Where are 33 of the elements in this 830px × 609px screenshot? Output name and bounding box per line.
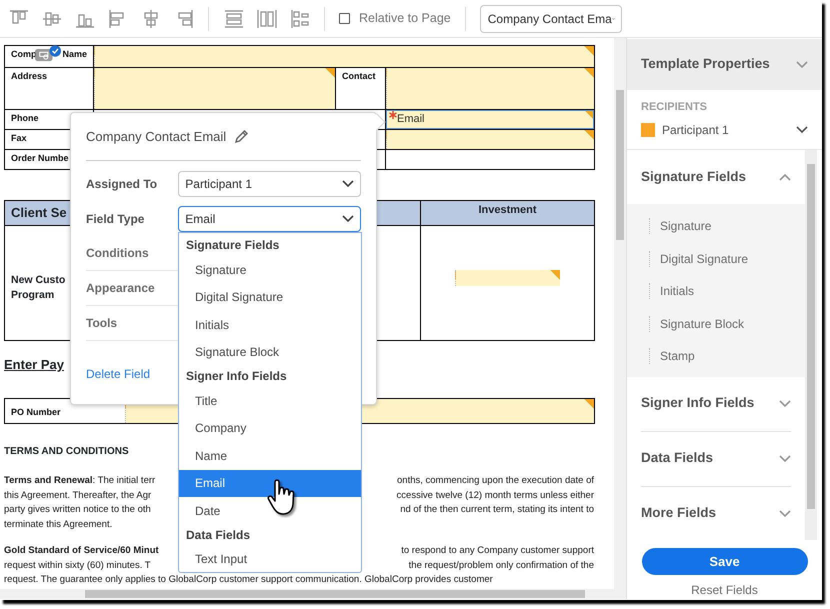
menu-group-header: Signature Fields — [185, 237, 280, 254]
paragraph-text: onths, commencing upon the execution date of — [397, 474, 594, 488]
paragraph-text: Gold Standard of Service/60 Minut — [4, 544, 159, 558]
field-label: Contact — [342, 70, 376, 83]
paragraph-text: request. The guarantee only applies to GlobalCorp customer support communication. GlobalCorp provides customer — [4, 573, 493, 587]
paragraph-text: this Agreement. Thereafter, the Agr — [4, 488, 152, 502]
section-title: Client Se — [10, 204, 68, 222]
paragraph-text: nd of the then current term, stating its intent to — [400, 503, 594, 517]
row-label: New Custo — [11, 273, 66, 288]
paragraph-text: request within sixty (60) minutes. T — [4, 558, 151, 572]
terms-heading: TERMS AND CONDITIONS — [4, 446, 129, 458]
field-name: Company Contact Email — [86, 128, 226, 146]
paragraph-text: party gives written notice to the oth — [4, 503, 151, 517]
menu-group-header: Data Fields — [185, 526, 252, 544]
section-label: RECIPIENTS — [641, 100, 708, 115]
field-label: Comp — [11, 48, 36, 61]
paragraph-text: ccessive twelve (12) month terms unless either — [396, 488, 594, 502]
field-label: Fax — [11, 132, 27, 145]
row-label: Program — [11, 288, 54, 303]
column-heading: Investment — [477, 203, 538, 218]
field-label: Field Type — [86, 210, 146, 228]
section-heading: Enter Pay — [4, 356, 64, 374]
field-label: PO Number — [10, 406, 62, 419]
menu-group-header: Signer Info Fields — [185, 368, 288, 385]
field-label: Assigned To — [86, 176, 158, 192]
paragraph-text: Terms and Renewal: The initial terr — [4, 474, 156, 488]
field-label: Name — [62, 48, 88, 61]
field-label: Address — [11, 70, 48, 83]
field-label: Order Numbe — [11, 152, 69, 165]
paragraph-text: to respond to any Company customer support — [401, 544, 594, 558]
field-label: Phone — [11, 112, 39, 125]
paragraph-text: terminate this Agreement. — [4, 518, 112, 532]
paragraph-text: the request/problem only confirmation of the — [408, 558, 594, 572]
